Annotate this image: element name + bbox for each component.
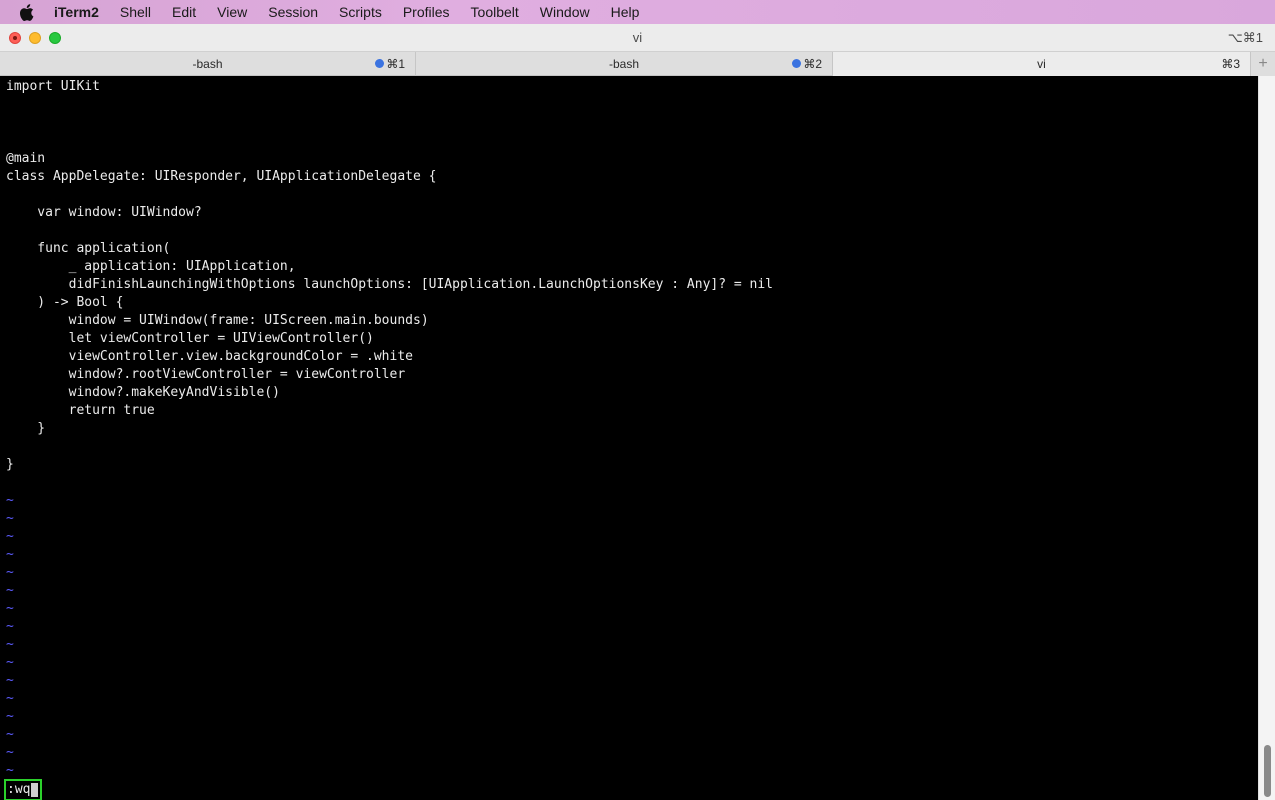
tab-shortcut: ⌘1: [386, 57, 405, 71]
empty-line-tilde: ~: [6, 763, 14, 778]
code-line: var window: UIWindow?: [6, 205, 202, 220]
menu-help[interactable]: Help: [611, 4, 640, 20]
code-line: ) -> Bool {: [6, 295, 124, 310]
empty-line-tilde: ~: [6, 601, 14, 616]
code-line: window?.rootViewController = viewControl…: [6, 367, 406, 382]
plus-icon: +: [1258, 55, 1268, 72]
tab-label: -bash: [192, 57, 223, 71]
activity-dot-icon: [792, 59, 801, 68]
menu-session[interactable]: Session: [268, 4, 318, 20]
menu-shell[interactable]: Shell: [120, 4, 151, 20]
window-shortcut: ⌥⌘1: [1227, 29, 1263, 45]
tab-label: vi: [1037, 57, 1046, 71]
empty-line-tilde: ~: [6, 745, 14, 760]
tab-bash-1[interactable]: -bash ⌘1: [0, 52, 416, 76]
empty-line-tilde: ~: [6, 727, 14, 742]
menu-toolbelt[interactable]: Toolbelt: [471, 4, 519, 20]
code-line: return true: [6, 403, 155, 418]
apple-logo-icon[interactable]: [19, 3, 35, 21]
activity-dot-icon: [375, 59, 384, 68]
empty-line-tilde: ~: [6, 619, 14, 634]
tab-label: -bash: [608, 57, 640, 71]
empty-line-tilde: ~: [6, 547, 14, 562]
command-text: :wq: [7, 782, 31, 797]
menu-view[interactable]: View: [217, 4, 247, 20]
code-line: window = UIWindow(frame: UIScreen.main.b…: [6, 313, 429, 328]
code-line: didFinishLaunchingWithOptions launchOpti…: [6, 277, 774, 292]
terminal-scrollbar[interactable]: [1258, 76, 1275, 800]
menu-bar: iTerm2 Shell Edit View Session Scripts P…: [0, 0, 1275, 24]
tab-shortcut: ⌘3: [1221, 57, 1240, 71]
menu-iterm2[interactable]: iTerm2: [54, 4, 99, 20]
empty-line-tilde: ~: [6, 511, 14, 526]
vi-command-line[interactable]: :wq: [4, 779, 43, 800]
text-cursor: [31, 783, 39, 797]
tab-bash-2[interactable]: -bash ⌘2: [416, 52, 833, 76]
terminal-view[interactable]: :wq import UIKit @main class AppDelegate: …: [0, 76, 1258, 800]
empty-line-tilde: ~: [6, 529, 14, 544]
tab-vi[interactable]: vi ⌘3: [833, 52, 1251, 76]
empty-line-tilde: ~: [6, 565, 14, 580]
new-tab-button[interactable]: +: [1251, 52, 1275, 76]
empty-line-tilde: ~: [6, 655, 14, 670]
code-line: }: [6, 421, 46, 436]
code-line: class AppDelegate: UIResponder, UIApplic…: [6, 169, 437, 184]
code-line: import UIKit: [6, 79, 100, 94]
menu-window[interactable]: Window: [540, 4, 590, 20]
empty-line-tilde: ~: [6, 637, 14, 652]
code-line: window?.makeKeyAndVisible(): [6, 385, 280, 400]
code-line: }: [6, 457, 14, 472]
code-line: _ application: UIApplication,: [6, 259, 296, 274]
tab-shortcut: ⌘2: [803, 57, 822, 71]
empty-line-tilde: ~: [6, 493, 14, 508]
empty-line-tilde: ~: [6, 691, 14, 706]
code-line: func application(: [6, 241, 171, 256]
tab-bar: -bash ⌘1 -bash ⌘2 vi ⌘3 +: [0, 52, 1275, 76]
menu-edit[interactable]: Edit: [172, 4, 196, 20]
menu-scripts[interactable]: Scripts: [339, 4, 382, 20]
code-line: @main: [6, 151, 46, 166]
code-line: let viewController = UIViewController(): [6, 331, 374, 346]
menu-profiles[interactable]: Profiles: [403, 4, 450, 20]
window-title-bar: vi ⌥⌘1: [0, 24, 1275, 52]
empty-line-tilde: ~: [6, 709, 14, 724]
code-line: viewController.view.backgroundColor = .w…: [6, 349, 413, 364]
scrollbar-thumb[interactable]: [1264, 745, 1271, 797]
window-title: vi: [632, 30, 643, 45]
empty-line-tilde: ~: [6, 673, 14, 688]
empty-line-tilde: ~: [6, 583, 14, 598]
